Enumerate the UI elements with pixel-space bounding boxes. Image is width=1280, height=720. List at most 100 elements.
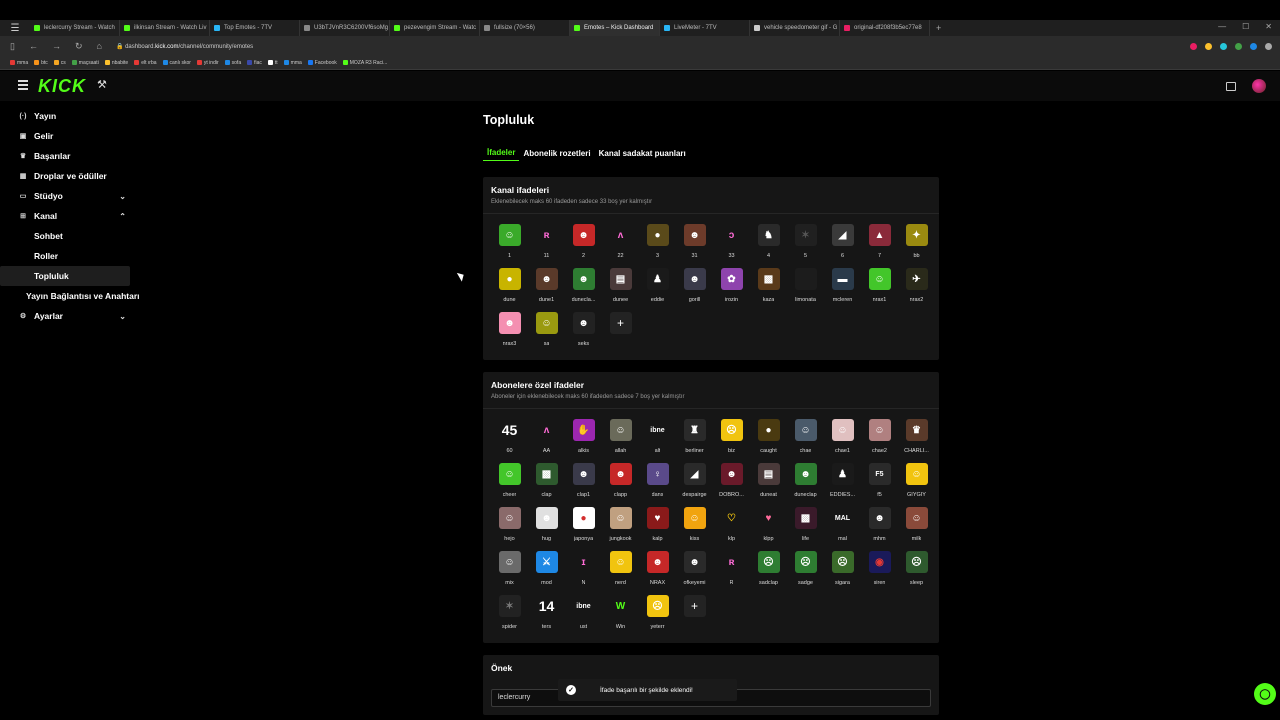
minimize-icon[interactable]: — — [1218, 22, 1226, 31]
emote-item[interactable]: ☺ milk — [898, 505, 935, 549]
browser-tab[interactable]: LiveMeter - 7TV — [660, 20, 750, 36]
bookmark-item[interactable]: maçsaati — [71, 60, 99, 66]
emote-item[interactable]: ▩ life — [787, 505, 824, 549]
emote-item[interactable]: ♀ dans — [639, 461, 676, 505]
bookmark-item[interactable]: nbabite — [104, 60, 128, 66]
sidebar-item-gelir[interactable]: ▣ Gelir — [0, 126, 140, 146]
bookmark-item[interactable]: MOZA R3 Raci... — [342, 60, 387, 66]
emote-item[interactable]: ✿ irozin — [713, 266, 750, 310]
emote-item[interactable]: ☹ biz — [713, 417, 750, 461]
emote-item[interactable]: ● caught — [750, 417, 787, 461]
help-chat-button[interactable]: ◯ — [1254, 683, 1276, 705]
emote-item[interactable]: ♜ berliner — [676, 417, 713, 461]
emote-item[interactable]: limonata — [787, 266, 824, 310]
emote-item[interactable]: ☺ 1 — [491, 222, 528, 266]
extension-icon[interactable] — [1205, 42, 1212, 50]
bookmark-item[interactable]: btc — [34, 60, 48, 66]
emote-item[interactable]: ☺ chae2 — [861, 417, 898, 461]
emote-item[interactable]: 14 ters — [528, 593, 565, 637]
emote-item[interactable]: ▩ kaza — [750, 266, 787, 310]
emote-item[interactable]: ☺ nrax1 — [861, 266, 898, 310]
add-emote-button[interactable]: + — [609, 312, 632, 334]
url-field[interactable]: 🔒 dashboard.kick.com/channel/community/e… — [116, 43, 253, 50]
emote-item[interactable]: MAL mal — [824, 505, 861, 549]
emote-item[interactable]: ☺ GIYGIY — [898, 461, 935, 505]
emote-item[interactable]: ✶ spider — [491, 593, 528, 637]
emote-item[interactable]: ♡ klp — [713, 505, 750, 549]
emote-item[interactable]: ▬ mcleren — [824, 266, 861, 310]
emote-item[interactable]: ♟ EDDIES... — [824, 461, 861, 505]
emote-item[interactable]: ▲ 7 — [861, 222, 898, 266]
browser-tab[interactable]: U3bTJVnR3C6200Vf6soMg — [300, 20, 390, 36]
emote-item[interactable]: ☹ sadge — [787, 549, 824, 593]
sidebar-item-kanal[interactable]: ⊞ Kanal ⌃ — [0, 206, 140, 226]
tab-menu-icon[interactable]: ☰ — [0, 23, 30, 34]
sidebar-subitem-topluluk[interactable]: Topluluk — [0, 266, 130, 286]
emote-item[interactable]: ☺ chae — [787, 417, 824, 461]
sidebar-item-yayin[interactable]: (·) Yayın — [0, 106, 140, 126]
sidebar-item-ayarlar[interactable]: ⚙ Ayarlar ⌄ — [0, 306, 140, 326]
emote-item[interactable]: ▤ dunee — [602, 266, 639, 310]
browser-tab[interactable]: vehicle speedometer gif - G — [750, 20, 840, 36]
emote-item[interactable]: ▤ duneat — [750, 461, 787, 505]
emote-item[interactable]: ☺ sa — [528, 310, 565, 354]
emote-item[interactable]: ✶ 5 — [787, 222, 824, 266]
kick-logo[interactable]: KICK — [38, 76, 86, 97]
extension-icon[interactable] — [1190, 42, 1197, 50]
emote-item[interactable]: ibne ust — [565, 593, 602, 637]
emote-item[interactable]: ☻ nrax3 — [491, 310, 528, 354]
emote-item[interactable]: ☹ yeterr — [639, 593, 676, 637]
emote-item[interactable]: ▩ clap — [528, 461, 565, 505]
extension-icon[interactable] — [1250, 42, 1257, 50]
emote-item[interactable]: ♟ eddie — [639, 266, 676, 310]
emote-item[interactable]: ● dune — [491, 266, 528, 310]
emote-item[interactable]: ☻ dunecla... — [565, 266, 602, 310]
emote-item[interactable]: ☻ NRAX — [639, 549, 676, 593]
emote-item[interactable]: ☺ kiss — [676, 505, 713, 549]
bookmark-item[interactable]: cs — [53, 60, 66, 66]
tab-ifadeler[interactable]: İfadeler — [483, 145, 520, 161]
reload-icon[interactable]: ↻ — [75, 41, 83, 52]
bookmark-item[interactable]: sofa — [224, 60, 241, 66]
emote-item[interactable]: ☹ sigara — [824, 549, 861, 593]
emote-item[interactable]: ☺ hejo — [491, 505, 528, 549]
emote-item[interactable]: ☻ mhm — [861, 505, 898, 549]
emote-item[interactable]: W Win — [602, 593, 639, 637]
emote-item[interactable]: ● 3 — [639, 222, 676, 266]
emote-item[interactable]: ☻ clap1 — [565, 461, 602, 505]
emote-item[interactable]: ☺ nerd — [602, 549, 639, 593]
emote-item[interactable]: ɪN — [565, 549, 602, 593]
emote-item[interactable]: ☻ seks — [565, 310, 602, 354]
add-emote-button[interactable]: + — [683, 595, 706, 617]
emote-item[interactable]: ◢ despairge — [676, 461, 713, 505]
emote-item[interactable]: ☻ clapp — [602, 461, 639, 505]
emote-item[interactable]: ✋ alkis — [565, 417, 602, 461]
maximize-icon[interactable]: ☐ — [1242, 22, 1249, 31]
emote-item[interactable]: ♞ 4 — [750, 222, 787, 266]
emote-item[interactable]: ♛ CHARLI... — [898, 417, 935, 461]
sidebar-subitem-yayin-baglantisi[interactable]: Yayın Bağlantısı ve Anahtarı — [0, 286, 140, 306]
emote-item[interactable]: ☺ jungkook — [602, 505, 639, 549]
emote-item[interactable]: ibne alt — [639, 417, 676, 461]
sidebar-item-droplar[interactable]: ▦ Droplar ve ödüller — [0, 166, 140, 186]
emote-item[interactable]: ☺ allah — [602, 417, 639, 461]
emote-item[interactable]: ♥ kalp — [639, 505, 676, 549]
bookmark-item[interactable]: mma — [283, 60, 302, 66]
store-icon[interactable] — [1226, 81, 1236, 91]
browser-tab[interactable]: pezevengim Stream - Watc — [390, 20, 480, 36]
browser-tab[interactable]: Top Emotes - 7TV — [210, 20, 300, 36]
emote-item[interactable]: ◉ siren — [861, 549, 898, 593]
emote-item[interactable]: ☹ sleep — [898, 549, 935, 593]
emote-item[interactable]: ☺ chae1 — [824, 417, 861, 461]
bookmark-item[interactable]: yt indir — [196, 60, 219, 66]
emote-item[interactable]: F5 f5 — [861, 461, 898, 505]
emote-item[interactable]: ɔ 33 — [713, 222, 750, 266]
sidebar-subitem-roller[interactable]: Roller — [0, 246, 140, 266]
extension-icon[interactable] — [1235, 42, 1242, 50]
new-tab-icon[interactable]: + — [936, 23, 941, 33]
menu-icon[interactable] — [18, 80, 28, 90]
emote-item[interactable]: ☻ ofkeyemi — [676, 549, 713, 593]
tab-abonelik-rozetleri[interactable]: Abonelik rozetleri — [519, 146, 594, 161]
pin-icon[interactable]: ⚒ — [97, 78, 107, 91]
bookmark-item[interactable]: mma — [10, 60, 28, 66]
